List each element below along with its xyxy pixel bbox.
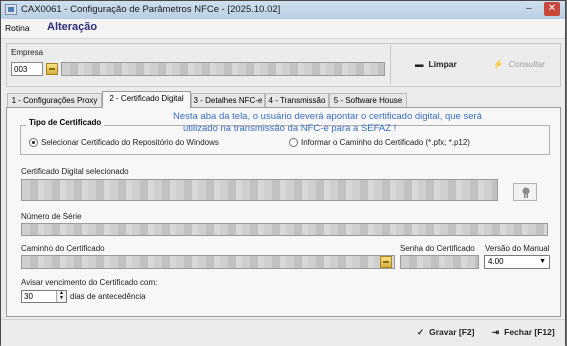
consultar-button[interactable]: ⚡ Consultar — [493, 59, 545, 70]
main-window: CAX0061 - Configuração de Parâmetros NFC… — [0, 0, 566, 346]
limpar-button[interactable]: ▬ Limpar — [415, 59, 457, 69]
senha-label: Senha do Certificado — [400, 244, 475, 253]
serie-field — [21, 223, 548, 236]
fechar-label: Fechar [F12] — [504, 327, 555, 337]
aviso-label: Avisar vencimento do Certificado com: — [21, 278, 158, 287]
dias-stepper[interactable]: 30 ▲ ▼ — [21, 290, 67, 303]
lightning-icon: ⚡ — [493, 59, 504, 69]
versao-select[interactable]: 4.00 ▼ — [484, 255, 550, 269]
empresa-lookup-icon[interactable] — [46, 63, 58, 75]
limpar-label: Limpar — [428, 59, 457, 69]
mode-indicator: Alteração — [47, 21, 98, 33]
radio-repositorio-label[interactable]: Selecionar Certificado do Repositório do… — [41, 138, 219, 147]
gravar-button[interactable]: ✓ Gravar [F2] — [417, 327, 474, 338]
empresa-code-input[interactable]: 003 — [11, 62, 43, 76]
close-button[interactable]: ✕ — [544, 2, 560, 16]
annotation-line-2: utilizado na transmissão da NFC-e para a… — [183, 123, 397, 134]
menu-rotina[interactable]: Rotina — [5, 23, 30, 33]
minimize-button[interactable]: – — [521, 2, 537, 16]
senha-field[interactable] — [400, 255, 479, 269]
certificado-label: Certificado Digital selecionado — [21, 167, 129, 176]
caminho-label: Caminho do Certificado — [21, 244, 105, 253]
caminho-lookup-icon[interactable] — [380, 256, 392, 268]
consultar-label: Consultar — [508, 59, 545, 69]
app-icon — [5, 4, 17, 15]
versao-label: Versão do Manual — [485, 244, 550, 253]
bottom-bar: ✓ Gravar [F2] ⇥ Fechar [F12] — [1, 319, 565, 346]
title-bar: CAX0061 - Configuração de Parâmetros NFC… — [1, 1, 565, 19]
tipo-certificado-title: Tipo de Certificado — [26, 118, 105, 127]
tab-software-house[interactable]: 5 - Software House — [329, 93, 407, 107]
caminho-field[interactable] — [21, 255, 395, 269]
tab-configuracoes-proxy[interactable]: 1 - Configurações Proxy — [7, 93, 102, 107]
tab-certificado-digital[interactable]: 2 - Certificado Digital — [102, 91, 191, 108]
eraser-icon: ▬ — [415, 59, 424, 69]
serie-label: Número de Série — [21, 212, 82, 221]
empresa-label: Empresa — [11, 48, 44, 57]
radio-repositorio[interactable] — [29, 138, 38, 147]
exit-door-icon: ⇥ — [492, 327, 500, 337]
dias-suffix: dias de antecedência — [70, 292, 146, 301]
dias-value: 30 — [24, 292, 33, 301]
panel-divider — [390, 45, 391, 85]
radio-caminho-label[interactable]: Informar o Caminho do Certificado (*.pfx… — [301, 138, 470, 147]
fechar-button[interactable]: ⇥ Fechar [F12] — [492, 327, 555, 338]
versao-value: 4.00 — [488, 257, 504, 266]
tab-detalhes-nfce[interactable]: 3 - Detalhes NFC-e — [191, 93, 265, 107]
save-icon: ✓ — [417, 327, 425, 337]
certificate-icon — [522, 187, 530, 198]
gravar-label: Gravar [F2] — [429, 327, 475, 337]
radio-caminho[interactable] — [289, 138, 298, 147]
annotation-line-1: Nesta aba da tela, o usuário deverá apon… — [173, 111, 482, 122]
select-certificate-button[interactable] — [513, 183, 537, 201]
window-title: CAX0061 - Configuração de Parâmetros NFC… — [21, 4, 281, 15]
empresa-name-field — [61, 62, 385, 76]
certificado-field — [21, 179, 498, 201]
chevron-down-icon: ▼ — [539, 258, 546, 265]
tab-transmissao[interactable]: 4 - Transmissão — [265, 93, 329, 107]
spin-arrows-icon[interactable]: ▲ ▼ — [56, 291, 66, 302]
menu-bar: Rotina Alteração — [1, 19, 565, 39]
